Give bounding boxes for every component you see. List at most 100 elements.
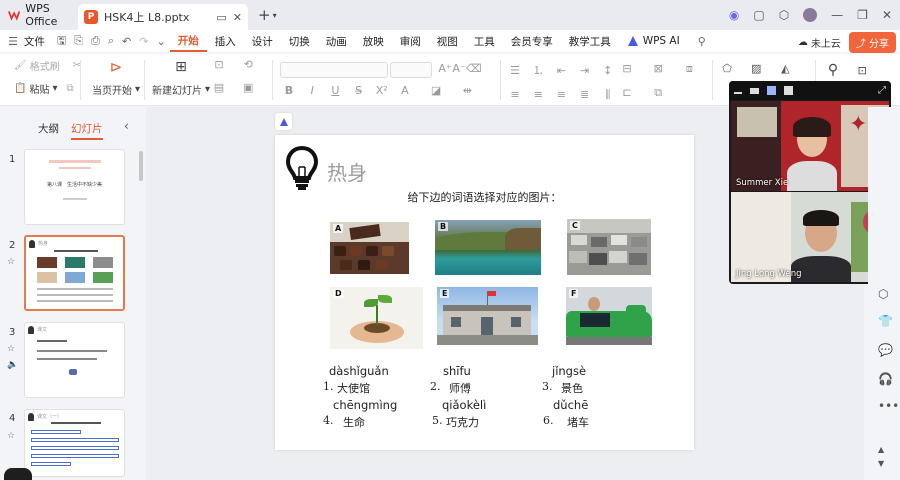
fill-icon[interactable]: ◭ <box>778 62 792 75</box>
video-call-panel[interactable]: ⤢ ✦ Summer Xie Jing Long Weng <box>729 81 891 284</box>
slide-thumbnail-1[interactable]: 第八课 生活中不缺少美 <box>24 149 125 225</box>
text-direction-icon[interactable]: ⊟ <box>620 62 634 75</box>
app-home-tab[interactable]: WPS Office <box>0 0 78 30</box>
line-spacing-icon[interactable]: ↕ <box>601 64 615 77</box>
align-center-icon[interactable]: ≡ <box>531 88 545 101</box>
undo-icon[interactable]: ↶ <box>118 35 135 48</box>
italic-icon[interactable]: I <box>305 84 319 97</box>
format-painter-button[interactable]: 🖌 格式刷 ✂ <box>14 58 81 73</box>
picture-e-embassy[interactable]: E <box>437 287 538 345</box>
menu-tab-member[interactable]: 会员专享 <box>503 30 561 52</box>
char-spacing-icon[interactable]: ⇹ <box>460 84 474 97</box>
highlight-icon[interactable]: ◪ <box>429 84 443 97</box>
new-slide-button[interactable]: ⊞ 新建幻灯片 ▾ <box>152 58 210 97</box>
menu-file[interactable]: 文件 <box>22 30 53 52</box>
color-wheel-icon[interactable]: ◉ <box>729 8 739 22</box>
clothing-style-icon[interactable]: 👕 <box>878 314 893 328</box>
align-right-icon[interactable]: ≡ <box>554 88 568 101</box>
comment-icon[interactable]: 💬 <box>878 343 893 357</box>
window-layout-icon[interactable]: ▢ <box>753 8 764 22</box>
select-icon[interactable]: ⊡ <box>855 64 869 77</box>
copy-icon[interactable]: ⧉ <box>66 83 73 94</box>
scroll-down-icon[interactable]: ▼ <box>878 459 884 468</box>
save-icon[interactable]: 🖫 <box>53 32 70 51</box>
status-avatar[interactable] <box>4 468 32 480</box>
restore-icon[interactable]: ❐ <box>857 8 868 22</box>
shape-icon[interactable]: ⬠ <box>720 62 734 75</box>
cube-icon[interactable]: ⬡ <box>779 8 789 22</box>
find-icon[interactable]: ⚲ <box>826 62 840 78</box>
current-slide[interactable]: 热身 给下边的词语选择对应的图片： A B C D E F dàshǐguǎn … <box>275 135 694 450</box>
video-tile-summer-xie[interactable]: ✦ Summer Xie <box>731 101 889 191</box>
export-icon[interactable]: ⎘ <box>70 34 87 48</box>
slideshow-from-current-button[interactable]: ⊳ 当页开始 ▾ <box>92 58 140 97</box>
reuse-slide-icon[interactable]: ▣ <box>241 81 255 94</box>
chevron-down-icon[interactable]: ▾ <box>273 11 277 20</box>
collapse-panel-icon[interactable]: ‹ <box>124 119 129 133</box>
layout-icon[interactable]: ⊡ <box>212 58 226 71</box>
bold-icon[interactable]: B <box>282 84 296 97</box>
paste-button[interactable]: 📋 粘贴 ▾ ⧉ <box>14 81 81 96</box>
headset-icon[interactable]: 🎧 <box>878 372 893 386</box>
bullets-icon[interactable]: ☰ <box>508 64 522 77</box>
minimize-icon[interactable]: — <box>831 8 843 22</box>
menu-tab-insert[interactable]: 插入 <box>207 30 244 52</box>
align-text-icon[interactable]: ⊏ <box>620 86 634 99</box>
menu-tab-design[interactable]: 设计 <box>244 30 281 52</box>
video-tile-jing-long-weng[interactable]: Jing Long Weng <box>731 192 889 282</box>
superscript-icon[interactable]: X² <box>375 84 389 97</box>
indent-increase-icon[interactable]: ⇥ <box>578 64 592 77</box>
redo-icon[interactable]: ↷ <box>135 35 152 48</box>
avatar[interactable] <box>803 8 818 22</box>
grid-view-icon[interactable] <box>784 86 793 95</box>
align-left-icon[interactable]: ≡ <box>508 88 522 101</box>
menu-tab-wps-ai[interactable]: WPS AI <box>619 30 688 52</box>
indent-decrease-icon[interactable]: ⇤ <box>554 64 568 77</box>
menu-tab-teaching[interactable]: 教学工具 <box>561 30 619 52</box>
reset-slide-icon[interactable]: ⟲ <box>241 58 255 71</box>
menu-tab-tools[interactable]: 工具 <box>466 30 503 52</box>
menu-tab-slideshow[interactable]: 放映 <box>355 30 392 52</box>
animation-pane-icon[interactable]: ⬡ <box>878 287 888 301</box>
more-icon[interactable]: ••• <box>878 399 899 413</box>
text-box-icon[interactable]: ⊠ <box>651 62 665 75</box>
speaker-view-icon[interactable] <box>767 86 776 95</box>
clear-format-icon[interactable]: ⌫ <box>466 62 482 75</box>
menu-tab-animation[interactable]: 动画 <box>318 30 355 52</box>
strikethrough-icon[interactable]: S̶ <box>352 84 366 97</box>
menu-tab-home[interactable]: 开始 <box>169 30 207 52</box>
picture-b-scenery[interactable]: B <box>435 220 541 275</box>
numbering-icon[interactable]: ⒈ <box>531 62 545 78</box>
expand-video-icon[interactable]: ⤢ <box>878 85 886 96</box>
menu-tab-view[interactable]: 视图 <box>429 30 466 52</box>
justify-icon[interactable]: ≣ <box>578 88 592 101</box>
picture-d-plant[interactable]: D <box>330 287 423 349</box>
preview-icon[interactable]: ⌕ <box>104 34 118 48</box>
picture-a-chocolates[interactable]: A <box>330 222 409 274</box>
columns-icon[interactable]: ⫼ <box>601 88 615 102</box>
slide-thumbnail-4[interactable]: 课文（一） <box>24 409 125 477</box>
underline-icon[interactable]: U <box>328 84 342 97</box>
slide-thumbnail-2[interactable]: 热身 <box>24 235 125 311</box>
quick-access-chevron-icon[interactable]: ⌄ <box>152 35 169 48</box>
tab-outline[interactable]: 大纲 <box>38 121 59 140</box>
shrink-font-icon[interactable]: A⁻ <box>452 62 466 75</box>
close-tab-icon[interactable]: ✕ <box>233 11 242 24</box>
menu-tab-review[interactable]: 审阅 <box>392 30 429 52</box>
document-tab[interactable]: P HSK4上 L8.pptx ▭ ✕ <box>78 4 248 30</box>
thumbnail-scrollbar[interactable] <box>139 151 143 181</box>
font-size-select[interactable] <box>390 62 432 78</box>
picture-c-traffic-jam[interactable]: C <box>567 219 651 275</box>
section-icon[interactable]: ▤ <box>212 81 226 94</box>
tab-slides[interactable]: 幻灯片 <box>71 121 103 140</box>
wps-ai-float-button[interactable] <box>275 113 292 130</box>
font-family-select[interactable] <box>280 62 388 78</box>
print-icon[interactable]: ⎙ <box>87 34 104 48</box>
convert-icon[interactable]: ⧈ <box>682 62 696 76</box>
picture-f-taxi[interactable]: F <box>566 287 652 345</box>
new-tab-icon[interactable]: + <box>258 6 271 24</box>
slide-thumbnail-3[interactable]: 课文 <box>24 322 125 398</box>
grow-font-icon[interactable]: A⁺ <box>438 62 452 75</box>
cloud-status-button[interactable]: ☁ 未上云 <box>798 35 841 50</box>
share-button[interactable]: ⤴ 分享 <box>848 32 896 53</box>
